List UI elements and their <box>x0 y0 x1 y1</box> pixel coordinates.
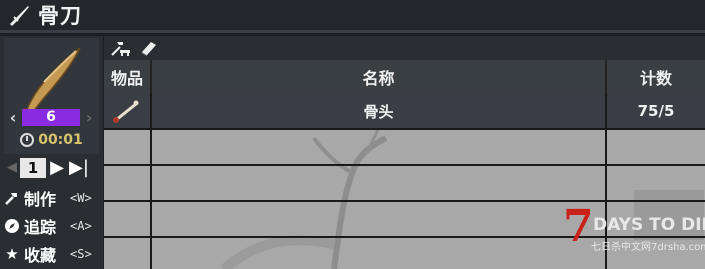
favorite-hotkey: <S> <box>70 247 92 261</box>
recipe-title: 骨刀 <box>38 4 82 28</box>
quality-selector: ‹ 6 › <box>4 106 99 128</box>
star-icon: ★ <box>5 245 19 263</box>
table-row <box>104 166 705 202</box>
favorite-button[interactable]: ★ 收藏 <S> <box>0 240 103 268</box>
favorite-label: 收藏 <box>24 246 57 265</box>
logo-text: DAYS TO DIE <box>593 215 705 235</box>
header-name: 名称 <box>152 60 607 94</box>
craft-time-value: 00:01 <box>38 132 83 148</box>
item-preview-slot: ‹ 6 › 00:01 <box>4 38 99 154</box>
track-label: 追踪 <box>24 218 57 237</box>
quality-value: 6 <box>22 108 80 126</box>
craft-time: 00:01 <box>4 130 99 150</box>
table-row <box>104 130 705 166</box>
craft-label: 制作 <box>24 190 57 209</box>
compass-icon <box>3 217 21 235</box>
knife-icon <box>10 6 29 26</box>
ingredient-name: 骨头 <box>152 94 607 128</box>
hammer-icon <box>3 189 21 207</box>
game-logo-watermark: 7 DAYS TO DIE 七日杀中文网7drsha.com <box>563 201 705 265</box>
toolbar <box>104 36 705 60</box>
logo-number: 7 <box>563 201 594 252</box>
quality-prev-button[interactable]: ‹ <box>4 108 22 127</box>
table-row[interactable]: 骨头 75/5 <box>104 94 705 130</box>
track-hotkey: <A> <box>70 219 92 233</box>
craft-hotkey: <W> <box>70 191 92 205</box>
track-button[interactable]: 追踪 <A> <box>0 212 103 240</box>
site-text: 七日杀中文网7drsha.com <box>591 242 705 253</box>
bone-icon <box>104 94 152 128</box>
play-icon[interactable]: ▶ <box>46 158 68 178</box>
ingredients-table-header: 物品 名称 计数 <box>104 60 705 94</box>
skip-end-icon[interactable]: ▶| <box>68 158 90 178</box>
chevron-left-icon[interactable]: ◀ <box>4 158 20 178</box>
header-item: 物品 <box>104 60 152 94</box>
header-count: 计数 <box>639 69 672 88</box>
quality-next-button[interactable]: › <box>80 108 98 127</box>
ingredient-count: 75/5 <box>637 102 675 120</box>
quantity-value[interactable]: 1 <box>20 158 46 178</box>
craft-button[interactable]: 制作 <W> <box>0 184 103 212</box>
title-bar: 骨刀 <box>0 0 705 33</box>
clock-icon <box>20 133 35 147</box>
quantity-stepper: ◀ 1 ▶ ▶| <box>4 156 99 180</box>
recipe-book-icon[interactable] <box>138 38 160 58</box>
workbench-icon[interactable] <box>110 38 132 58</box>
recipe-detail-panel: ‹ 6 › 00:01 ◀ 1 ▶ ▶| 制作 <W> 追踪 <A> ★ 收藏 … <box>0 36 103 269</box>
